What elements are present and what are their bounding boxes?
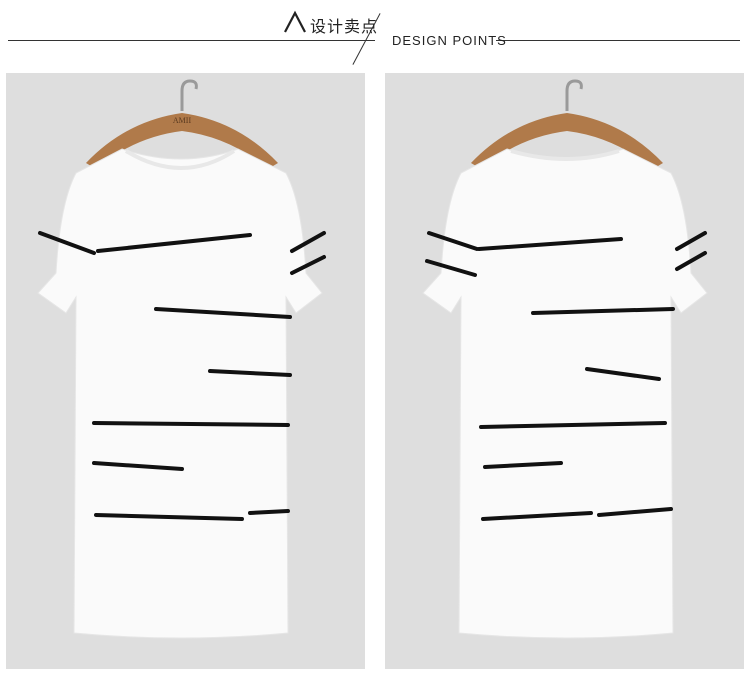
product-photo-front: AMII	[6, 73, 365, 669]
hanger-hook-icon	[180, 79, 198, 111]
tshirt-back-shape	[422, 148, 708, 639]
stripe-7	[92, 421, 290, 427]
header-divider-left	[8, 40, 375, 41]
hanger-brand-text: AMII	[173, 116, 192, 125]
hanger-hook-icon	[565, 79, 583, 111]
section-title-cn: 设计卖点	[310, 19, 379, 36]
header-divider-right	[496, 40, 740, 41]
chevron-logo-icon	[284, 10, 306, 33]
stripe-10	[248, 509, 290, 515]
tshirt-front-shape	[37, 148, 323, 639]
design-points-header: 设计卖点 DESIGN POINTS	[0, 0, 750, 70]
product-photo-back	[385, 73, 744, 669]
section-title-en: DESIGN POINTS	[392, 33, 507, 48]
